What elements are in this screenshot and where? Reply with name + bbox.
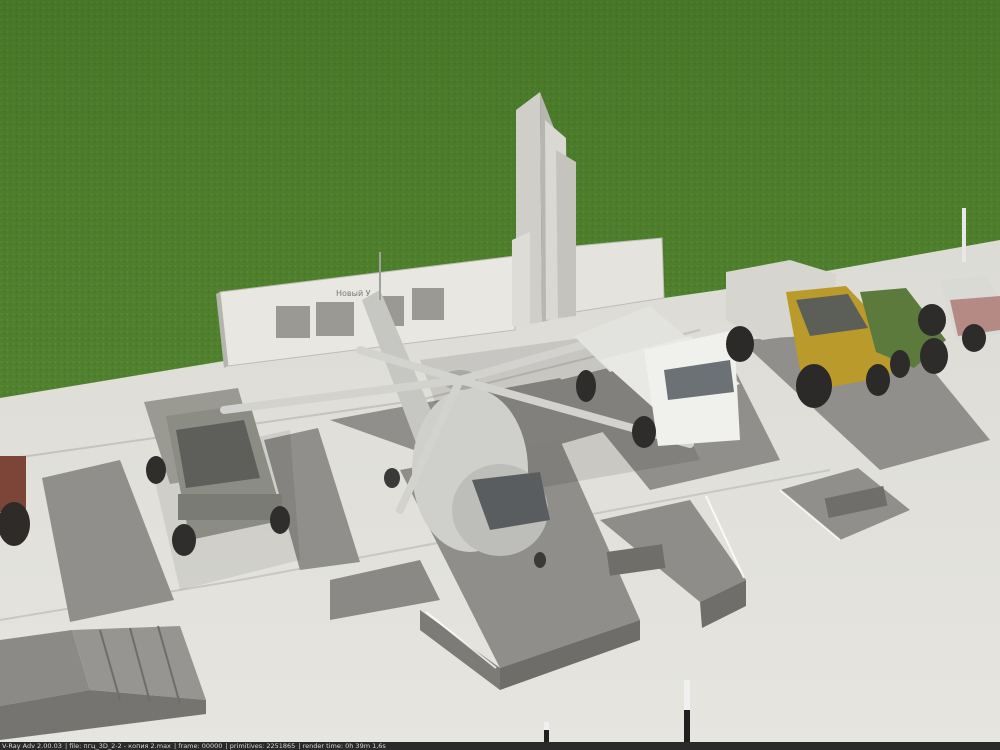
render-time-label: render time: 0h 39m 1,6s bbox=[302, 742, 386, 750]
red-tractor-left bbox=[0, 456, 30, 546]
wall-heading: Новый У bbox=[336, 289, 371, 298]
frame-label: frame: 00000 bbox=[178, 742, 223, 750]
render-status-bar: V-Ray Adv 2.00.03 | file: пгц_3D_2-2 - к… bbox=[0, 742, 1000, 750]
memorial-scene-svg: Новый У bbox=[0, 0, 1000, 750]
renderer-label: V-Ray Adv 2.00.03 bbox=[2, 742, 62, 750]
file-label: file: пгц_3D_2-2 - копия 2.max bbox=[69, 742, 171, 750]
render-viewport: Новый У bbox=[0, 0, 1000, 750]
primitives-label: primitives: 2251865 bbox=[229, 742, 296, 750]
